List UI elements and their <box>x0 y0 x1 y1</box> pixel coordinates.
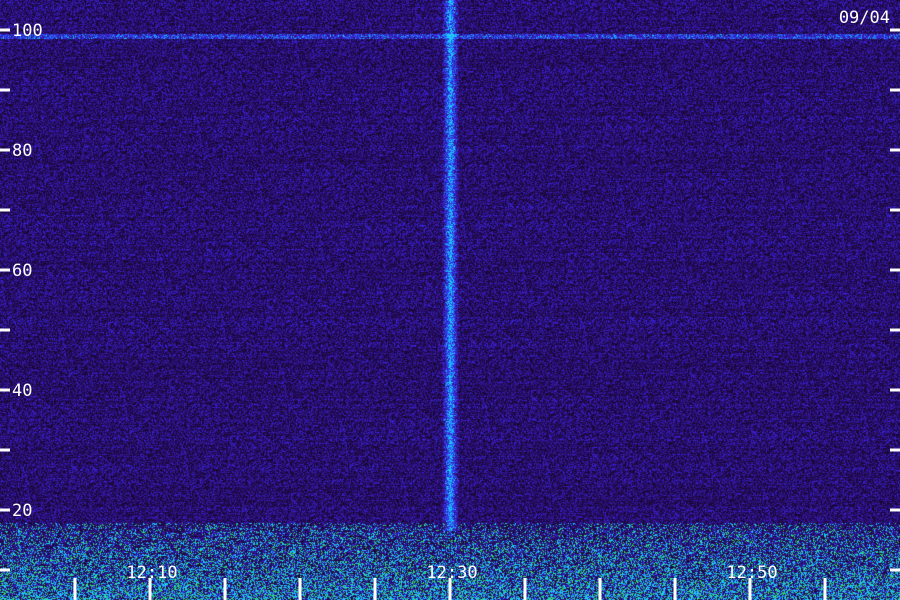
date-label: 09/04 <box>839 8 890 28</box>
axes-overlay: 100 80 60 40 20 12:10 12:30 12:50 09/04 <box>0 8 900 600</box>
y-axis-left: 100 80 60 40 20 <box>0 21 43 572</box>
y-tick-label: 60 <box>12 261 32 281</box>
y-tick-label: 100 <box>12 21 43 41</box>
y-tick-label: 20 <box>12 501 32 521</box>
y-tick-label: 80 <box>12 141 32 161</box>
x-tick-label: 12:50 <box>726 563 777 583</box>
y-axis-right <box>890 28 900 572</box>
x-tick-label: 12:30 <box>426 563 477 583</box>
x-tick-label: 12:10 <box>126 563 177 583</box>
y-tick-label: 40 <box>12 381 32 401</box>
x-axis: 12:10 12:30 12:50 <box>73 563 827 600</box>
